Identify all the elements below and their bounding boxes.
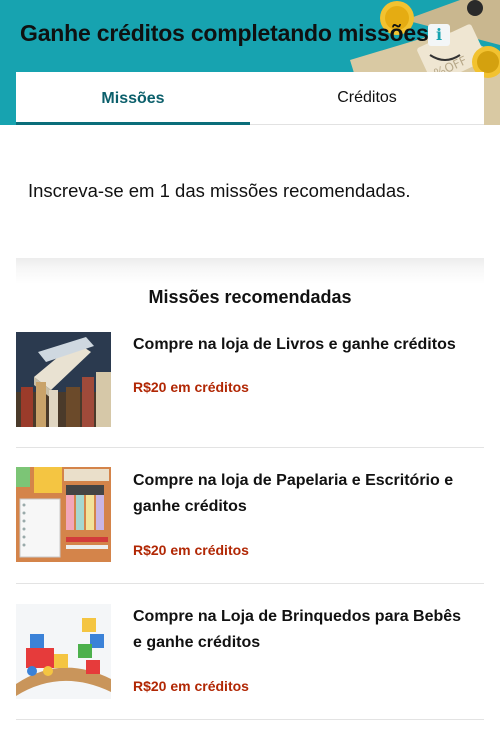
mission-credit: R$20 em créditos (133, 678, 249, 694)
section-divider (16, 258, 484, 284)
stationery-image (16, 467, 111, 562)
mission-title[interactable]: Compre na Loja de Brinquedos para Bebês … (133, 604, 473, 656)
section-title: Missões recomendadas (148, 287, 352, 307)
mission-credit: R$20 em créditos (133, 379, 249, 395)
baby-toys-image (16, 604, 111, 699)
mission-title[interactable]: Compre na loja de Livros e ganhe crédito… (133, 332, 473, 358)
mission-item[interactable]: Compre na loja de Livros e ganhe crédito… (16, 320, 484, 448)
info-icon[interactable]: i (428, 24, 450, 46)
mission-title[interactable]: Compre na loja de Papelaria e Escritório… (133, 468, 473, 520)
page-title: Ganhe créditos completando missões (20, 20, 429, 46)
mission-item[interactable]: Compre na loja de Papelaria e Escritório… (16, 448, 484, 584)
tab-bar: Missões Créditos (16, 72, 484, 125)
mission-credit: R$20 em créditos (133, 542, 249, 558)
intro-text: Inscreva-se em 1 das missões recomendada… (28, 180, 411, 201)
tab-missoes[interactable]: Missões (16, 72, 250, 125)
books-image (16, 332, 111, 427)
tab-creditos[interactable]: Créditos (250, 72, 484, 125)
mission-item[interactable]: Compre na Loja de Brinquedos para Bebês … (16, 584, 484, 720)
